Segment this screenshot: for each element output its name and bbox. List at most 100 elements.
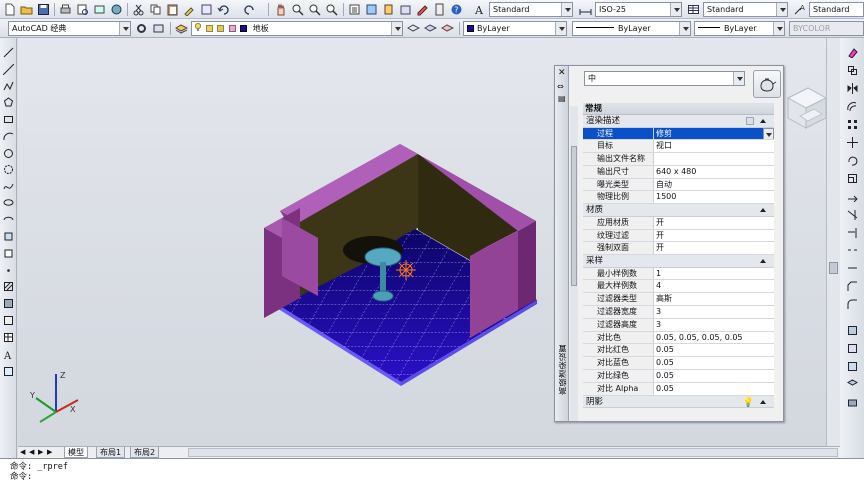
property-row[interactable]: 对比 Alpha 0.05 <box>583 382 774 396</box>
property-row[interactable]: 输出尺寸 640 x 480 <box>583 165 774 179</box>
tab-model[interactable]: 模型 <box>64 447 88 458</box>
arc-icon[interactable] <box>2 130 15 143</box>
multileader-style-dropdown[interactable]: Standard <box>809 2 864 17</box>
render-context-settings-icon[interactable] <box>746 117 754 125</box>
paste-icon[interactable] <box>165 2 180 17</box>
workspace-settings-icon[interactable] <box>134 21 149 36</box>
dim-style-dropdown[interactable]: ISO-25 <box>595 2 682 17</box>
category-sampling[interactable]: 采样 <box>583 255 774 268</box>
stretch-icon[interactable] <box>846 190 859 203</box>
collapse-icon[interactable] <box>760 208 766 213</box>
close-icon[interactable]: ✕ <box>558 68 566 78</box>
help-icon[interactable]: ? <box>449 2 464 17</box>
3d-dwf-icon[interactable] <box>109 2 124 17</box>
property-row[interactable]: 强制双面开 <box>583 242 774 256</box>
workspace-dropdown[interactable]: AutoCAD 经典 <box>8 21 131 36</box>
section-header-general[interactable]: 常规 <box>583 103 774 115</box>
gradient-icon[interactable] <box>2 297 15 310</box>
palette-properties-icon[interactable]: ▤ <box>558 94 566 103</box>
copy-object-icon[interactable] <box>846 64 859 77</box>
make-current-layer-icon[interactable] <box>406 21 421 36</box>
collapse-icon[interactable] <box>760 399 766 404</box>
mirror-icon[interactable] <box>846 82 859 95</box>
front-view-icon[interactable] <box>846 342 859 355</box>
redo-icon[interactable] <box>242 2 257 17</box>
point-icon[interactable] <box>2 264 15 277</box>
viewcube-icon[interactable] <box>786 87 828 129</box>
polygon-icon[interactable] <box>2 96 15 109</box>
lineweight-control-dropdown[interactable]: ByLayer <box>694 21 785 36</box>
rotate-icon[interactable] <box>846 154 859 167</box>
trim-icon[interactable] <box>846 208 859 221</box>
tool-palettes-icon[interactable] <box>381 2 396 17</box>
scale-icon[interactable] <box>846 172 859 185</box>
markup-icon[interactable] <box>415 2 430 17</box>
zoom-previous-icon[interactable] <box>324 2 339 17</box>
text-style-icon[interactable]: A <box>472 2 487 17</box>
copy-icon[interactable] <box>148 2 163 17</box>
extend-icon[interactable] <box>846 226 859 239</box>
block-editor-icon[interactable] <box>199 2 214 17</box>
customize-icon[interactable] <box>151 21 166 36</box>
command-window[interactable]: 命令: _rpref 命令: <box>0 458 864 486</box>
join-icon[interactable] <box>846 262 859 275</box>
property-row[interactable]: 应用材质开 <box>583 216 774 230</box>
break-icon[interactable] <box>846 244 859 257</box>
zoom-realtime-icon[interactable] <box>290 2 305 17</box>
insert-block-icon[interactable] <box>2 230 15 243</box>
property-row[interactable]: 纹理过滤开 <box>583 229 774 243</box>
category-materials[interactable]: 材质 <box>583 204 774 217</box>
property-row[interactable]: 过滤器宽度 3 <box>583 306 774 319</box>
rectangle-icon[interactable] <box>2 113 15 126</box>
line-icon[interactable] <box>2 46 15 59</box>
category-shadows[interactable]: 阴影 💡 <box>583 395 774 409</box>
property-row[interactable]: 对比蓝色 0.05 <box>583 357 774 371</box>
vertical-scroll-thumb[interactable] <box>829 262 838 274</box>
property-row[interactable]: 过滤器高度 3 <box>583 318 774 332</box>
camera-icon[interactable] <box>846 396 859 409</box>
ellipse-arc-icon[interactable] <box>2 213 15 226</box>
top-view-icon[interactable] <box>846 324 859 337</box>
print-icon[interactable] <box>58 2 73 17</box>
tab-layout2[interactable]: 布局2 <box>130 447 160 458</box>
layer-properties-icon[interactable] <box>174 21 189 36</box>
vertical-scrollbar[interactable] <box>826 38 840 446</box>
layer-dropdown[interactable]: 地板 <box>191 21 403 36</box>
render-button[interactable] <box>753 70 781 98</box>
tab-prev-icon[interactable]: ◀ <box>29 448 34 456</box>
tab-last-icon[interactable]: ▶ <box>47 448 52 456</box>
linetype-control-dropdown[interactable]: ByLayer <box>572 21 691 36</box>
zoom-window-icon[interactable] <box>307 2 322 17</box>
property-row[interactable]: 对比绿色 0.05 <box>583 370 774 383</box>
property-row[interactable]: 最小样例数 1 <box>583 267 774 281</box>
multiline-text-icon[interactable]: A <box>2 348 15 361</box>
properties-icon[interactable] <box>347 2 362 17</box>
text-style-dropdown[interactable]: Standard <box>489 2 573 17</box>
property-row[interactable]: 曝光类型 自动 <box>583 178 774 192</box>
save-icon[interactable] <box>36 2 51 17</box>
layer-previous-icon[interactable] <box>423 21 438 36</box>
polyline-icon[interactable] <box>2 80 15 93</box>
dim-style-icon[interactable] <box>578 2 593 17</box>
circle-icon[interactable] <box>2 147 15 160</box>
new-file-icon[interactable] <box>2 2 17 17</box>
pan-icon[interactable] <box>273 2 288 17</box>
table-icon[interactable] <box>2 331 15 344</box>
calculator-icon[interactable] <box>432 2 447 17</box>
cut-icon[interactable] <box>131 2 146 17</box>
offset-icon[interactable] <box>846 100 859 113</box>
multileader-style-icon[interactable]: A <box>792 2 807 17</box>
horizontal-scrollbar[interactable] <box>188 448 838 457</box>
region-icon[interactable] <box>2 314 15 327</box>
lightbulb-icon[interactable]: 💡 <box>743 397 754 409</box>
iso-view-icon[interactable] <box>846 378 859 391</box>
erase-icon[interactable] <box>846 46 859 59</box>
property-row[interactable]: 目标 视口 <box>583 140 774 154</box>
property-row[interactable]: 过程 修剪 <box>583 127 774 141</box>
fillet-icon[interactable] <box>846 298 859 311</box>
command-prompt[interactable]: 命令: <box>10 472 864 482</box>
property-row[interactable]: 对比红色 0.05 <box>583 344 774 358</box>
chamfer-icon[interactable] <box>846 280 859 293</box>
tab-next-icon[interactable]: ▶ <box>38 448 43 456</box>
revision-cloud-icon[interactable] <box>2 163 15 176</box>
